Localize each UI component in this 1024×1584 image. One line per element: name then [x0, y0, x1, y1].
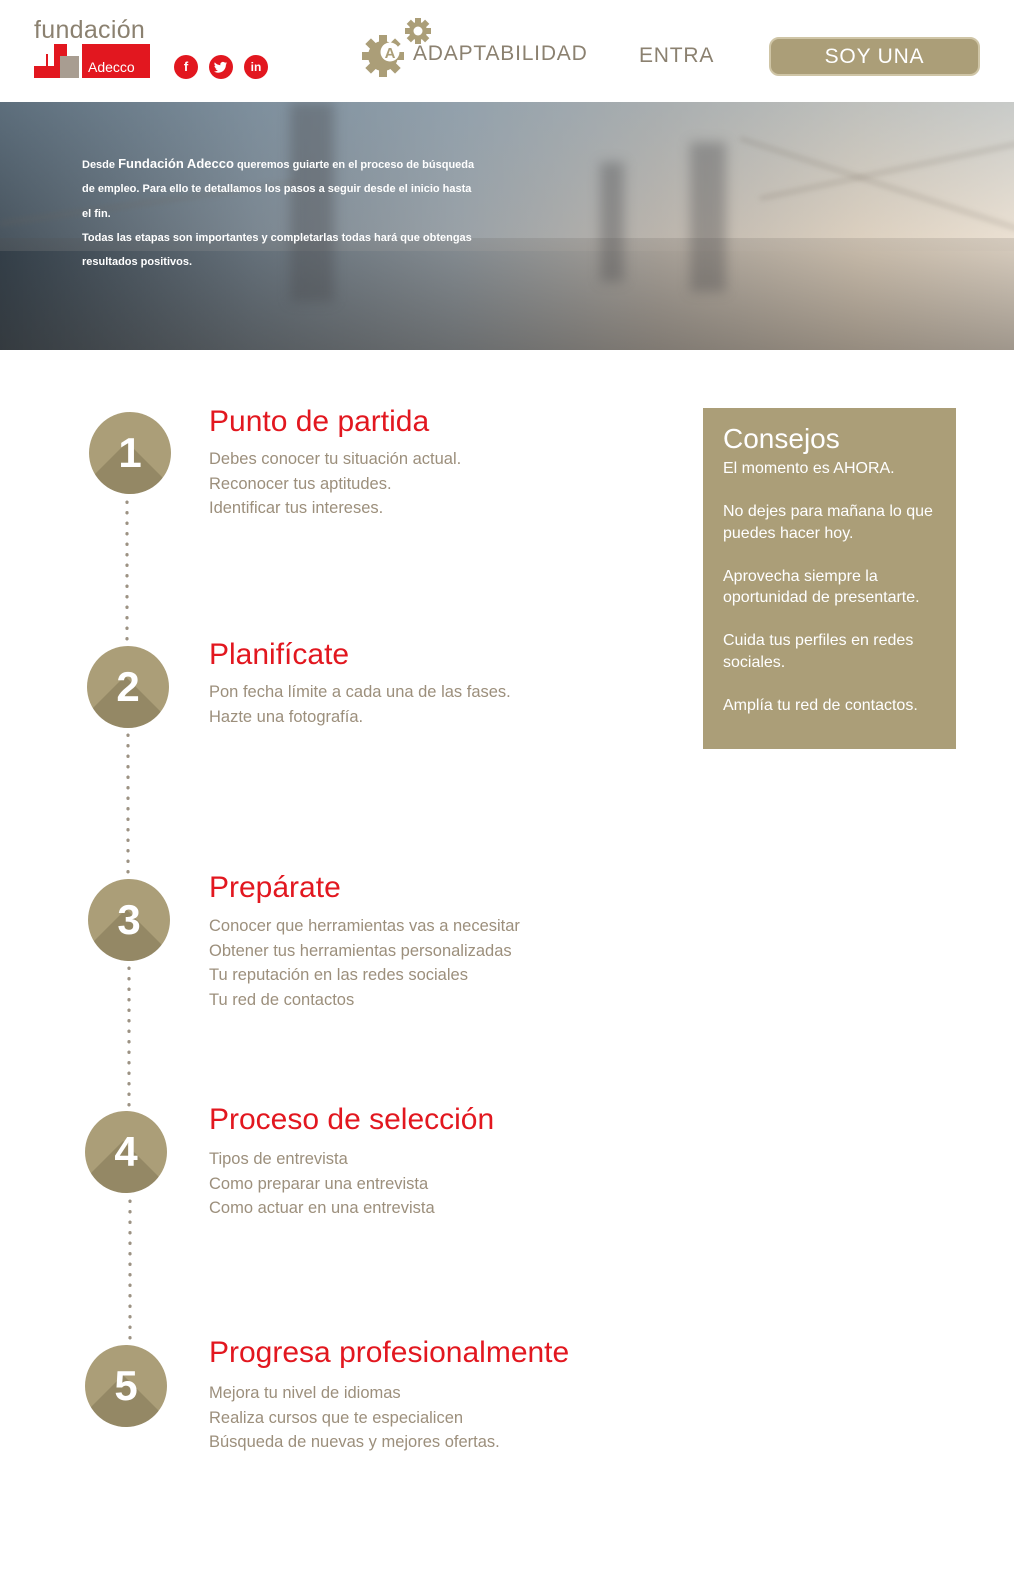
step-line: Debes conocer tu situación actual. — [209, 450, 462, 468]
step-description: Conocer que herramientas vas a necesitar… — [209, 914, 520, 1012]
site-header: fundación Adecco f in A ADAPTABILIDAD EN… — [0, 0, 1024, 103]
step-line: Realiza cursos que te especialicen — [209, 1408, 464, 1427]
step-line: Identificar tus intereses. — [209, 499, 384, 518]
step-description: Mejora tu nivel de idiomas Realiza curso… — [209, 1381, 500, 1455]
step-title: Progresa profesionalmente — [209, 1336, 570, 1369]
step-line: Hazte una fotografía. — [209, 707, 364, 726]
twitter-icon[interactable] — [209, 55, 233, 79]
logo-brand-text: Adecco — [88, 59, 135, 75]
step-line: Como actuar en una entrevista — [209, 1199, 435, 1218]
logo-wordmark: fundación — [34, 16, 146, 44]
step-number-circle: 1 — [89, 412, 171, 494]
step-line: Tu red de contactos — [209, 990, 355, 1009]
consejo-item: No dejes para mañana lo que puedes hacer… — [723, 503, 933, 542]
consejo-item: Aprovecha siempre la oportunidad de pres… — [723, 567, 920, 607]
linkedin-icon[interactable]: in — [244, 55, 268, 79]
consejo-item: Amplía tu red de contactos. — [723, 696, 918, 714]
consejos-panel: Consejos El momento es AHORA. No dejes p… — [703, 408, 956, 749]
hero-prefix: Desde — [82, 159, 119, 171]
step-number-circle: 4 — [85, 1111, 167, 1193]
nav-entra-link[interactable]: ENTRA — [639, 44, 714, 68]
fundacion-adecco-logo[interactable]: fundación Adecco — [34, 16, 154, 80]
step-connector — [125, 497, 129, 645]
consejo-item: El momento es AHORA. — [723, 460, 895, 477]
step-title: Prepárate — [209, 871, 341, 904]
step-line: Reconocer tus aptitudes. — [209, 474, 392, 493]
step-number: 1 — [118, 429, 142, 476]
hero-brand: Fundación Adecco — [118, 156, 234, 171]
step-line: Tu reputación en las redes sociales — [209, 966, 468, 985]
step-title: Proceso de selección — [209, 1103, 495, 1136]
step-description: Tipos de entrevista Como preparar una en… — [209, 1147, 435, 1221]
step-line: Tipos de entrevista — [209, 1150, 348, 1168]
step-number: 2 — [116, 663, 140, 710]
step-number: 3 — [117, 896, 141, 943]
step-number: 4 — [114, 1128, 138, 1175]
consejos-title: Consejos — [723, 423, 840, 454]
step-connector — [128, 1196, 132, 1344]
step-connector — [127, 963, 131, 1111]
step-line: Mejora tu nivel de idiomas — [209, 1384, 401, 1402]
hero-banner: Desde Fundación Adecco queremos guiarte … — [0, 102, 1014, 350]
adapt-badge-letter: A — [385, 45, 396, 62]
hero-line2: Todas las etapas son importantes y compl… — [82, 231, 472, 269]
step-number-circle: 3 — [88, 879, 170, 961]
step-line: Búsqueda de nuevas y mejores ofertas. — [209, 1433, 500, 1452]
facebook-icon[interactable]: f — [174, 55, 198, 79]
twitter-bird-icon — [214, 61, 227, 73]
hero-tower-right — [690, 142, 726, 292]
step-description: Pon fecha límite a cada una de las fases… — [209, 680, 511, 729]
step-title: Planifícate — [209, 638, 350, 671]
nav-adaptabilidad-label: ADAPTABILIDAD — [413, 42, 588, 65]
step-number-circle: 2 — [87, 646, 169, 728]
hero-intro-text: Desde Fundación Adecco queremos guiarte … — [82, 152, 482, 274]
soy-una-empresa-button[interactable]: SOY UNA EMPRESA — [769, 37, 980, 103]
step-line: Como preparar una entrevista — [209, 1174, 429, 1193]
step-line: Pon fecha límite a cada una de las fases… — [209, 683, 511, 701]
consejo-item: Cuida tus perfiles en redes sociales. — [723, 632, 914, 671]
step-number-circle: 5 — [85, 1345, 167, 1427]
step-connector — [126, 730, 130, 878]
hero-tower-far — [600, 162, 624, 282]
step-description: Debes conocer tu situación actual. Recon… — [209, 447, 461, 521]
step-title: Punto de partida — [209, 405, 430, 438]
step-line: Conocer que herramientas vas a necesitar — [209, 917, 520, 935]
step-line: Obtener tus herramientas personalizadas — [209, 941, 512, 960]
step-number: 5 — [114, 1362, 138, 1409]
nav-adaptabilidad[interactable]: A ADAPTABILIDAD — [362, 18, 592, 80]
